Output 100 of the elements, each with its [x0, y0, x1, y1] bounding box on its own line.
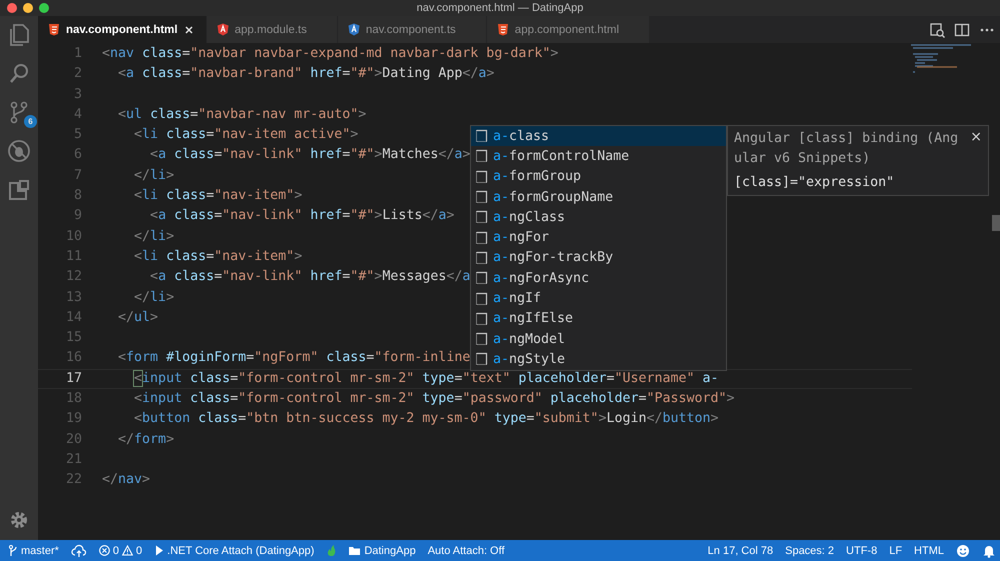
suggestion-item[interactable]: a-formGroupName: [471, 186, 726, 208]
snippet-icon: [475, 129, 488, 144]
code-line: <button class="btn btn-success my-2 my-sm-0" type="submit">Login</button>: [133, 410, 719, 428]
suggestion-label: a-formGroup: [493, 169, 582, 184]
suggestion-label: a-formControlName: [493, 148, 630, 164]
status-item[interactable]: .NET Core Attach (DatingApp): [154, 544, 314, 558]
code-line: </li>: [133, 288, 174, 307]
editor-tab[interactable]: nav.component.html: [38, 16, 207, 43]
suggestion-label: a-ngClass: [493, 210, 566, 225]
snippet-icon: [475, 230, 488, 245]
code-line: <a class="nav-link" href="#">Matches</a>: [149, 146, 470, 164]
suggestion-item[interactable]: a-ngForAsync: [471, 268, 726, 288]
suggestion-label: a-class: [493, 128, 550, 144]
code-line: <nav class="navbar navbar-expand-md navbar-dark bg-dark">: [102, 45, 558, 63]
snippet-icon: [475, 190, 488, 204]
line-number: 4: [72, 106, 83, 124]
suggestion-item[interactable]: a-formGroup: [471, 166, 726, 187]
code-line: </li>: [133, 228, 174, 246]
maximize-window-button[interactable]: [39, 3, 49, 13]
suggestion-label: a-ngFor-trackBy: [493, 250, 614, 266]
status-item[interactable]: [956, 544, 970, 558]
suggestion-label: a-formGroupName: [493, 190, 614, 205]
flame-icon: [326, 544, 336, 558]
suggestion-item[interactable]: a-ngModel: [471, 328, 726, 350]
play-icon: [154, 544, 164, 558]
code-line: </form>: [117, 430, 174, 449]
line-number: 17: [64, 370, 83, 388]
status-item[interactable]: 0 0: [98, 544, 142, 556]
code-line: <a class="nav-link" href="#">Messages</a: [149, 268, 470, 286]
suggestion-item[interactable]: a-ngIf: [471, 288, 726, 309]
html5-icon: [48, 23, 60, 36]
suggestion-item[interactable]: a-ngStyle: [471, 349, 726, 370]
html5-icon: [496, 23, 509, 36]
suggestion-label: a-ngModel: [493, 332, 566, 347]
snippet-icon: [475, 292, 488, 306]
suggestion-label: a-ngStyle: [493, 352, 566, 367]
files-icon: [7, 22, 31, 46]
activity-item[interactable]: 6: [7, 100, 37, 128]
line-number: 2: [72, 65, 83, 84]
line-number: 22: [64, 471, 83, 490]
search-changes-icon[interactable]: [929, 22, 945, 38]
suggestion-item[interactable]: a-formControlName: [471, 146, 726, 167]
line-number: 9: [72, 207, 83, 226]
code-line: <input class="form-control mr-sm-2" type="text" placeholder="Username" a-: [133, 370, 719, 388]
scrollbar[interactable]: [992, 215, 1000, 231]
split-editor-icon[interactable]: [954, 22, 970, 38]
editor-tab[interactable]: app.module.ts: [206, 16, 338, 43]
line-number: 1: [72, 45, 83, 63]
suggestion-item[interactable]: a-ngIfElse: [471, 308, 726, 329]
branch-icon: [8, 544, 18, 558]
code-line: <form #loginForm="ngForm" class="form-inline: [117, 349, 470, 368]
editor-tab[interactable]: nav.component.ts: [338, 16, 487, 43]
code-line: </nav>: [102, 471, 150, 490]
line-number: 18: [64, 390, 83, 408]
status-text[interactable]: LF: [889, 544, 902, 556]
code-line: </ul>: [117, 308, 158, 327]
code-line: <li class="nav-item active">: [133, 126, 358, 144]
status-item[interactable]: [70, 544, 87, 558]
code-line: <ul class="navbar-nav mr-auto">: [117, 106, 366, 124]
line-number: 14: [64, 308, 83, 327]
snippet-icon: [475, 312, 488, 326]
line-number: 5: [72, 126, 83, 144]
line-number: 21: [64, 450, 83, 469]
no-bug-icon: [7, 139, 31, 163]
minimize-window-button[interactable]: [23, 3, 33, 13]
status-text[interactable]: HTML: [914, 544, 944, 556]
status-item[interactable]: DatingApp: [348, 544, 416, 558]
status-text[interactable]: Ln 17, Col 78: [708, 544, 774, 556]
line-number: 12: [64, 268, 83, 286]
details-title: Angular [class] binding (Angular v6 Snippets): [734, 130, 959, 168]
close-button[interactable]: ×: [970, 129, 982, 145]
line-number: 7: [72, 166, 83, 185]
editor-tab[interactable]: app.component.html: [486, 16, 650, 43]
status-text[interactable]: Spaces: 2: [785, 544, 834, 556]
close-window-button[interactable]: [7, 3, 17, 13]
suggestion-item[interactable]: a-ngFor: [471, 227, 726, 248]
suggestion-item[interactable]: a-ngFor-trackBy: [471, 248, 726, 268]
snippet-icon: [475, 149, 488, 164]
line-number: 20: [64, 430, 83, 449]
warning-icon: [122, 545, 134, 556]
suggestion-item[interactable]: a-class: [471, 126, 726, 146]
details-body: [class]="expression": [734, 175, 896, 190]
status-text[interactable]: Auto Attach: Off: [428, 544, 505, 556]
line-number: 6: [72, 146, 83, 164]
angular-icon: [216, 23, 229, 36]
snippet-icon: [475, 332, 488, 346]
snippet-icon: [475, 170, 488, 184]
code-line: <a class="navbar-brand" href="#">Dating App</a>: [117, 65, 494, 84]
line-number: 13: [64, 288, 83, 307]
window-title: nav.component.html — DatingApp: [416, 2, 584, 14]
code-line: <input class="form-control mr-sm-2" type="password" placeholder="Password">: [133, 390, 735, 408]
suggestion-item[interactable]: a-ngClass: [471, 207, 726, 228]
close-icon[interactable]: [184, 24, 194, 34]
status-text[interactable]: UTF-8: [846, 544, 878, 556]
count-badge: 6: [24, 115, 37, 128]
code-line: </li>: [133, 166, 174, 185]
status-item[interactable]: [982, 544, 996, 558]
snippet-icon: [475, 271, 488, 286]
line-number: 19: [64, 410, 83, 428]
status-item[interactable]: master*: [8, 544, 59, 558]
